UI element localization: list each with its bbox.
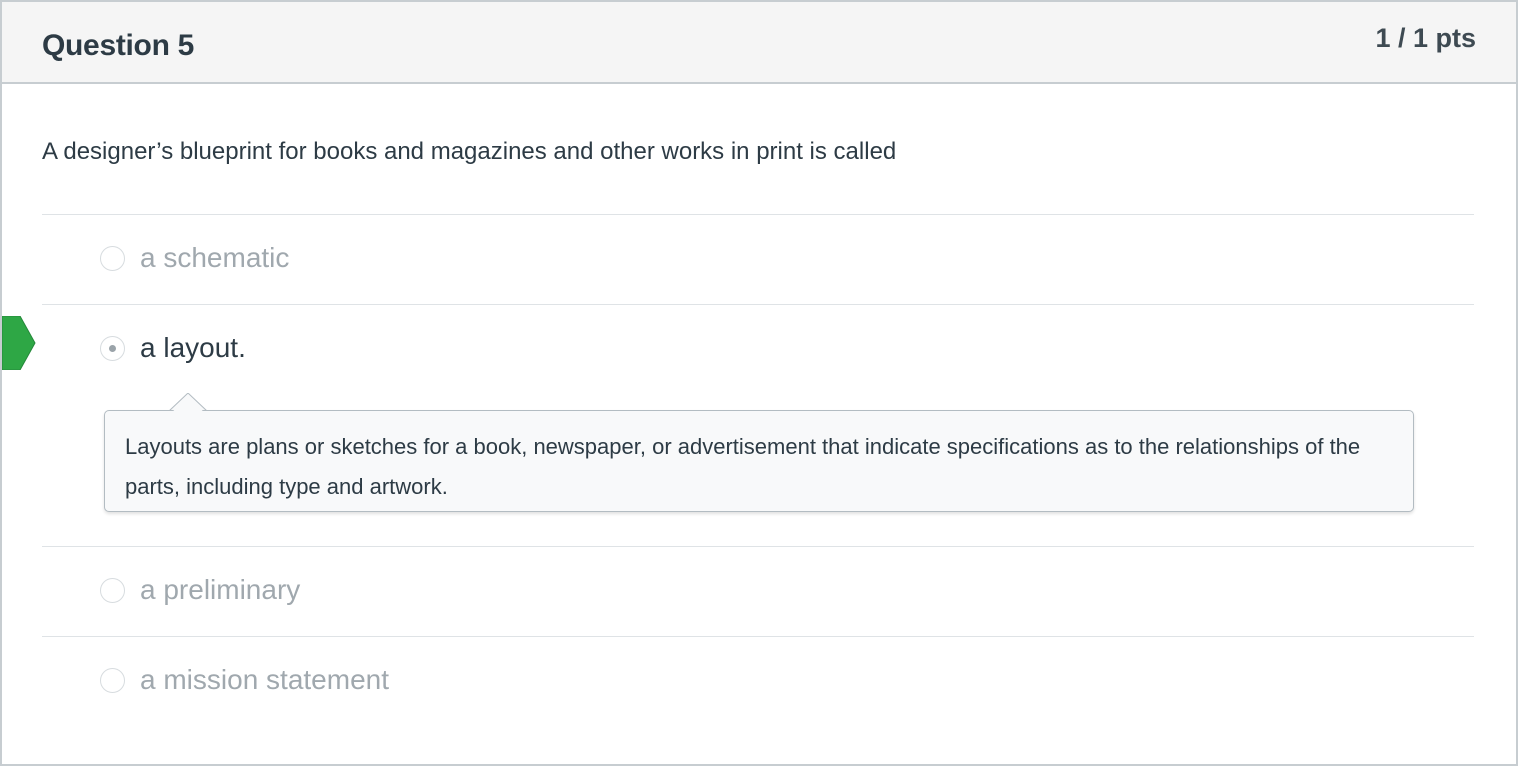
answer-label: a schematic [140, 242, 290, 273]
feedback-text: Layouts are plans or sketches for a book… [125, 434, 1361, 499]
answer-divider [42, 546, 1474, 547]
question-points: 1 / 1 pts [1375, 23, 1476, 53]
tooltip-arrow-cover [169, 397, 207, 415]
answer-label: a preliminary [140, 574, 301, 605]
answer-divider [42, 214, 1474, 215]
radio-button[interactable] [100, 577, 125, 603]
radio-button[interactable] [100, 667, 125, 693]
question-title: Question 5 [42, 29, 195, 62]
answer-option-4[interactable]: a mission statement [100, 664, 389, 695]
radio-button[interactable] [100, 245, 125, 271]
answer-label: a mission statement [140, 664, 389, 695]
answer-feedback-tooltip: Layouts are plans or sketches for a book… [104, 410, 1414, 512]
answer-divider [42, 304, 1474, 305]
answer-option-2[interactable]: a layout. [100, 332, 246, 363]
question-card: Question 5 1 / 1 pts A designer’s bluepr… [0, 0, 1518, 766]
answer-divider [42, 636, 1474, 637]
question-text: A designer’s blueprint for books and mag… [42, 138, 897, 165]
radio-button-selected[interactable] [100, 335, 125, 361]
answer-option-3[interactable]: a preliminary [100, 574, 301, 605]
answer-option-1[interactable]: a schematic [100, 242, 290, 273]
correct-answer-arrow-icon [2, 316, 36, 370]
question-header: Question 5 1 / 1 pts [2, 2, 1516, 84]
answer-label: a layout. [140, 332, 246, 363]
